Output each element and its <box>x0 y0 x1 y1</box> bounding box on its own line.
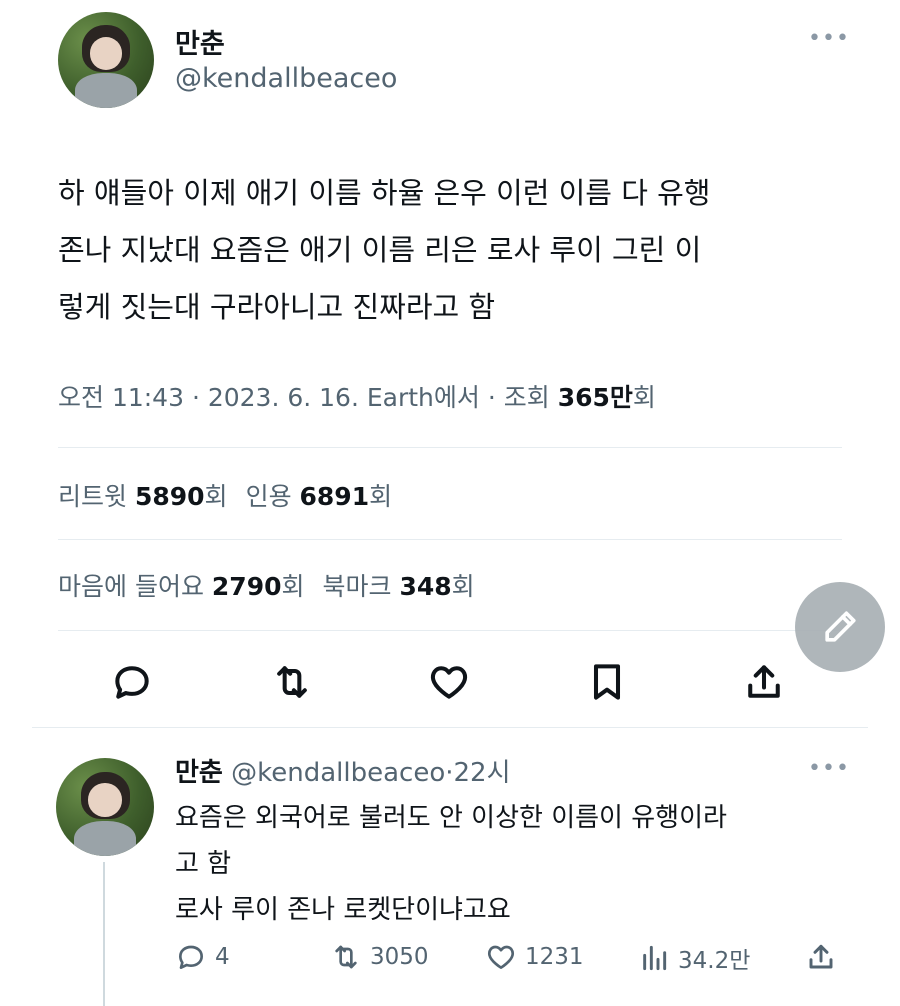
divider <box>58 447 842 448</box>
divider <box>58 539 842 540</box>
tweet-meta: 오전 11:43 · 2023. 6. 16. Earth에서 · 조회 365… <box>58 378 656 414</box>
tweet-views-count: 365만 <box>557 383 633 412</box>
reply-button[interactable] <box>110 660 154 704</box>
reply-text-line: 요즘은 외국어로 불러도 안 이상한 이름이 유행이라 <box>175 803 727 833</box>
thread-line <box>103 862 105 1006</box>
reply-header: 만춘 @kendallbeaceo·22시 <box>175 752 511 789</box>
author-avatar[interactable] <box>58 12 154 108</box>
bookmarks-label: 북마크 <box>322 572 400 601</box>
author-name[interactable]: 만춘 <box>175 22 225 61</box>
author-handle[interactable]: @kendallbeaceo <box>175 63 397 94</box>
likes-stat[interactable]: 마음에 들어요 2790회 <box>58 572 305 601</box>
like-icon <box>487 945 515 969</box>
bookmarks-count: 348 <box>399 572 452 601</box>
retweets-count: 5890 <box>134 482 205 511</box>
pencil-icon <box>825 611 856 642</box>
tweet-text-line: 존나 지났대 요즘은 애기 이름 리은 로사 루이 그린 이 <box>58 233 702 267</box>
reply-reply-button[interactable]: 4 <box>175 941 230 973</box>
divider <box>58 630 842 631</box>
divider <box>32 727 868 728</box>
reply-text-line: 고 함 <box>175 849 232 879</box>
share-icon <box>748 665 780 698</box>
bookmarks-stat[interactable]: 북마크 348회 <box>323 572 475 601</box>
reply-like-button[interactable]: 1231 <box>485 941 584 973</box>
reply-reply-count: 4 <box>215 944 230 970</box>
reply-like-count: 1231 <box>525 944 584 970</box>
reply-views-count: 34.2만 <box>678 948 751 974</box>
tweet-text: 하 얘들아 이제 애기 이름 하율 은우 이런 이름 다 유행 존나 지났대 요… <box>58 165 858 336</box>
likes-label: 마음에 들어요 <box>58 572 212 601</box>
share-button[interactable] <box>742 660 786 704</box>
likes-count: 2790 <box>211 572 282 601</box>
tweet-meta-prefix: 오전 11:43 · 2023. 6. 16. Earth에서 · 조회 <box>58 383 558 412</box>
bookmark-icon <box>593 664 621 700</box>
retweets-unit: 회 <box>204 482 228 511</box>
reply-author-name[interactable]: 만춘 <box>175 758 223 788</box>
tweet-views-unit: 회 <box>632 383 656 412</box>
more-dots-icon[interactable]: ••• <box>808 756 850 781</box>
retweets-label: 리트윗 <box>58 482 135 511</box>
like-button[interactable] <box>427 660 471 704</box>
like-icon <box>430 666 468 699</box>
reply-time[interactable]: ·22시 <box>445 758 510 788</box>
views-chart-icon <box>643 945 667 971</box>
reply-text-line: 로사 루이 존나 로켓단이냐고요 <box>175 895 511 925</box>
bookmark-button[interactable] <box>585 660 629 704</box>
reply-author-avatar[interactable] <box>56 758 154 856</box>
stats-row-2: 마음에 들어요 2790회 북마크 348회 <box>58 567 475 603</box>
quotes-count: 6891 <box>299 482 370 511</box>
more-dots-icon[interactable]: ••• <box>808 26 850 51</box>
retweets-stat[interactable]: 리트윗 5890회 <box>58 482 228 511</box>
stats-row-1: 리트윗 5890회 인용 6891회 <box>58 477 392 513</box>
tweet-text-line: 렇게 짓는대 구라아니고 진짜라고 함 <box>58 290 496 324</box>
reply-retweet-count: 3050 <box>370 944 429 970</box>
reply-icon <box>179 945 203 969</box>
quotes-unit: 회 <box>369 482 393 511</box>
reply-author-handle[interactable]: @kendallbeaceo <box>231 758 445 788</box>
reply-share-button[interactable] <box>805 941 837 973</box>
reply-text: 요즘은 외국어로 불러도 안 이상한 이름이 유행이라 고 함 로사 루이 존나… <box>175 795 855 933</box>
reply-retweet-button[interactable]: 3050 <box>330 941 429 973</box>
reply-icon <box>115 666 149 699</box>
compose-button[interactable] <box>795 582 885 672</box>
retweet-icon <box>277 666 307 698</box>
bookmarks-unit: 회 <box>451 572 475 601</box>
retweet-button[interactable] <box>270 660 314 704</box>
share-icon <box>809 944 833 969</box>
quotes-label: 인용 <box>245 482 300 511</box>
retweet-icon <box>335 945 357 969</box>
tweet-text-line: 하 얘들아 이제 애기 이름 하율 은우 이런 이름 다 유행 <box>58 176 711 210</box>
reply-views-button[interactable]: 34.2만 <box>638 941 750 975</box>
likes-unit: 회 <box>281 572 305 601</box>
quotes-stat[interactable]: 인용 6891회 <box>246 482 393 511</box>
